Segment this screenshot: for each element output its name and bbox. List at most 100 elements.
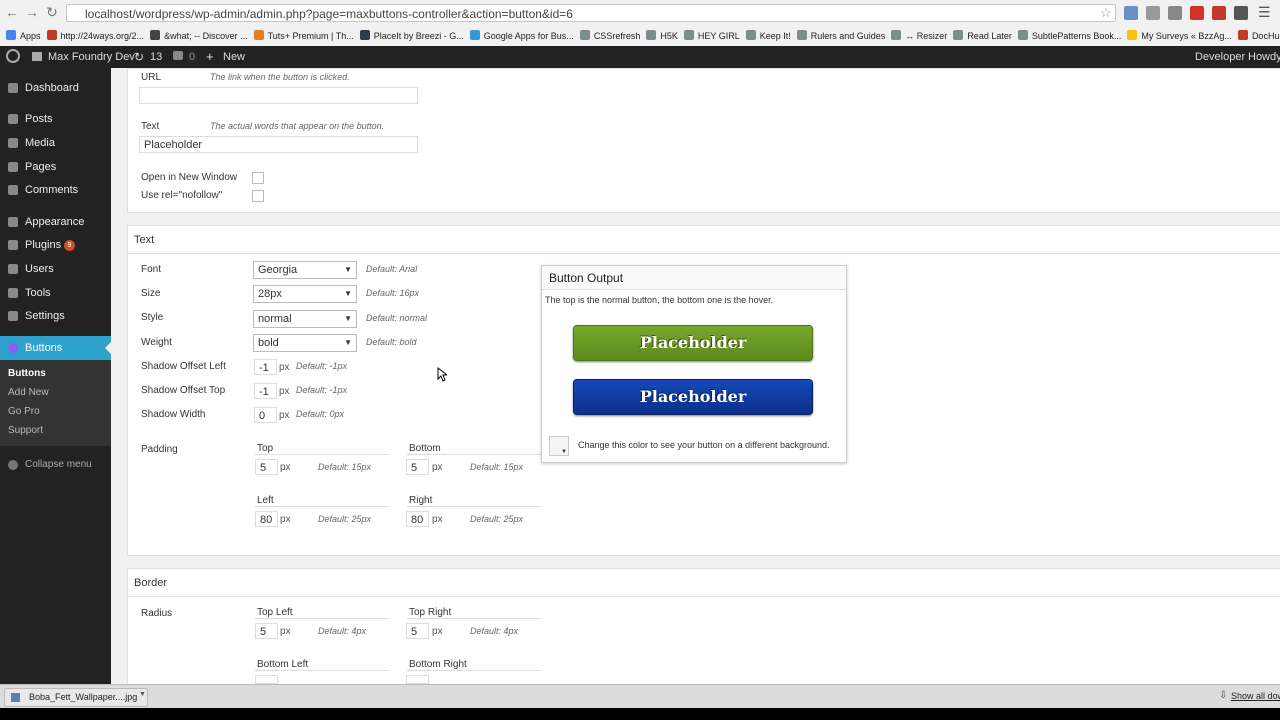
howdy-link[interactable]: Howdy,: [1248, 51, 1280, 63]
font-select[interactable]: Georgia ▼: [253, 261, 357, 279]
image-file-icon: [11, 693, 20, 702]
wp-admin-bar: Max Foundry Dev ↻ 13 0 + New Developer H…: [0, 46, 1280, 68]
plus-icon[interactable]: +: [206, 49, 214, 64]
size-select[interactable]: 28px ▼: [253, 285, 357, 303]
bookmark-label: SubtlePatterns Book...: [1031, 31, 1122, 41]
download-item[interactable]: Boba_Fett_Wallpaper....jpg ▼: [4, 688, 148, 707]
padding-top-input[interactable]: 5: [255, 459, 278, 475]
preview-button-hover[interactable]: Placeholder: [573, 379, 813, 415]
sidebar-item-settings[interactable]: Settings: [0, 305, 111, 327]
size-label: Size: [141, 288, 161, 299]
comments-icon[interactable]: [173, 51, 183, 60]
sidebar-item-plugins[interactable]: Plugins 9: [0, 234, 111, 256]
bookmark-item[interactable]: Google Apps for Bus...: [469, 26, 574, 46]
sidebar-item-posts[interactable]: Posts: [0, 108, 111, 130]
address-bar[interactable]: localhost/wordpress/wp-admin/admin.php?p…: [66, 4, 1116, 22]
bookmark-label: PlaceIt by Breezi - G...: [373, 31, 464, 41]
background-color-picker[interactable]: ▼: [549, 436, 569, 456]
font-default: Default: Arial: [366, 264, 418, 274]
extension-screen-icon[interactable]: [1146, 6, 1160, 20]
sidebar-item-tools[interactable]: Tools: [0, 282, 111, 304]
wordpress-logo-icon[interactable]: [6, 49, 20, 63]
bookmark-item[interactable]: Read Later: [953, 26, 1012, 46]
divider: [255, 618, 389, 619]
bookmarks-bar: Apps http://24ways.org/2... &what; -- Disc…: [0, 26, 1280, 47]
size-default: Default: 16px: [366, 288, 420, 298]
weight-value: bold: [258, 337, 279, 349]
submenu-buttons[interactable]: Buttons: [8, 368, 46, 379]
padding-right-input[interactable]: 80: [406, 511, 429, 527]
shadow-width-input[interactable]: 0: [254, 407, 277, 423]
back-icon[interactable]: ←: [4, 4, 20, 20]
submenu-go-pro[interactable]: Go Pro: [8, 406, 40, 417]
bookmark-favicon-icon: [6, 30, 16, 40]
sidebar-item-media[interactable]: Media: [0, 132, 111, 154]
comments-count[interactable]: 0: [189, 51, 195, 63]
collapse-menu[interactable]: Collapse menu: [0, 454, 111, 476]
sidebar-item-pages[interactable]: Pages: [0, 156, 111, 178]
extension-ring-icon[interactable]: [1234, 6, 1248, 20]
bookmark-item[interactable]: PlaceIt by Breezi - G...: [359, 26, 464, 46]
px-unit: px: [280, 626, 291, 637]
shadow-left-input[interactable]: -1: [254, 359, 277, 375]
shadow-top-input[interactable]: -1: [254, 383, 277, 399]
bookmark-item[interactable]: H5K: [646, 26, 678, 46]
bookmark-favicon-icon: [683, 30, 694, 40]
style-select[interactable]: normal ▼: [253, 310, 357, 328]
nofollow-checkbox[interactable]: [252, 190, 264, 202]
sidebar-item-comments[interactable]: Comments: [0, 179, 111, 201]
padding-bottom-input[interactable]: 5: [406, 459, 429, 475]
text-input[interactable]: Placeholder: [139, 136, 418, 153]
font-label: Font: [141, 264, 162, 275]
bookmark-item[interactable]: Keep It!: [745, 26, 791, 46]
bookmark-item[interactable]: My Surveys « BzzAg...: [1127, 26, 1232, 46]
divider: [407, 670, 541, 671]
sidebar-item-dashboard[interactable]: Dashboard: [0, 77, 111, 99]
submenu-add-new[interactable]: Add New: [8, 387, 49, 398]
extension-pen-icon[interactable]: [1124, 6, 1138, 20]
bookmark-item[interactable]: SubtlePatterns Book...: [1017, 26, 1122, 46]
site-name-link[interactable]: Max Foundry Dev: [48, 51, 135, 63]
bookmark-item[interactable]: CSSrefresh: [579, 26, 640, 46]
radius-top-left-input[interactable]: 5: [255, 623, 278, 639]
sidebar-item-users[interactable]: Users: [0, 258, 111, 280]
bookmark-item[interactable]: DocHub | Instant D: [1237, 26, 1280, 46]
bookmark-item[interactable]: HEY GIRL: [683, 26, 740, 46]
updates-icon[interactable]: ↻: [134, 50, 144, 64]
users-icon: [8, 264, 18, 274]
submenu-support[interactable]: Support: [8, 425, 43, 436]
radius-top-right-input[interactable]: 5: [406, 623, 429, 639]
radius-bottom-left-input[interactable]: [255, 675, 278, 684]
forward-icon[interactable]: →: [24, 4, 40, 20]
sidebar-item-appearance[interactable]: Appearance: [0, 211, 111, 233]
bookmark-item[interactable]: Rulers and Guides: [796, 26, 885, 46]
menu-icon[interactable]: ☰: [1258, 5, 1271, 19]
sidebar-item-buttons[interactable]: Buttons: [0, 336, 111, 360]
new-link[interactable]: New: [223, 51, 245, 63]
bookmark-item[interactable]: Tuts+ Premium | Th...: [253, 26, 354, 46]
bookmark-favicon-icon: [469, 30, 480, 40]
url-input[interactable]: [139, 87, 418, 104]
radius-bottom-right-input[interactable]: [406, 675, 429, 684]
bookmark-item[interactable]: &what; -- Discover ...: [150, 26, 248, 46]
preview-button-normal[interactable]: Placeholder: [573, 325, 813, 361]
star-icon[interactable]: ☆: [1100, 6, 1112, 20]
weight-select[interactable]: bold ▼: [253, 334, 357, 352]
new-window-checkbox[interactable]: [252, 172, 264, 184]
bookmark-item[interactable]: http://24ways.org/2...: [46, 26, 144, 46]
bookmark-item[interactable]: Apps: [6, 26, 41, 46]
bookmark-label: DocHub | Instant D: [1251, 31, 1280, 41]
extension-list-icon[interactable]: [1168, 6, 1182, 20]
reload-icon[interactable]: ↻: [44, 4, 60, 20]
chevron-down-icon[interactable]: ▼: [139, 691, 146, 698]
show-all-downloads-link[interactable]: Show all dow: [1231, 691, 1280, 701]
updates-count[interactable]: 13: [150, 51, 162, 63]
extension-gmail-icon[interactable]: [1190, 6, 1204, 20]
divider: [407, 618, 541, 619]
extension-tools-icon[interactable]: [1212, 6, 1226, 20]
weight-label: Weight: [141, 337, 172, 348]
browser-toolbar: ← → ↻ localhost/wordpress/wp-admin/admin…: [0, 0, 1280, 27]
bookmark-item[interactable]: ↔ Resizer: [891, 26, 947, 46]
padding-left-input[interactable]: 80: [255, 511, 278, 527]
developer-link[interactable]: Developer: [1195, 51, 1245, 63]
